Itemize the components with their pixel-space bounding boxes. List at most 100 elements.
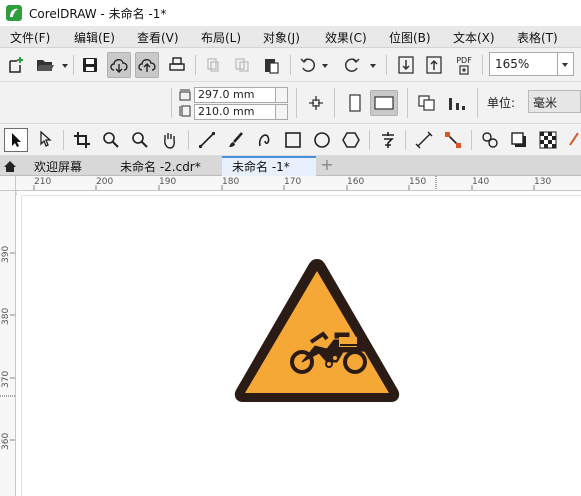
open-folder-icon[interactable] [34,55,56,75]
ruler-label: 380 [1,307,11,325]
eyedropper-tool-icon[interactable] [566,129,581,151]
blend-tool-icon[interactable] [479,129,501,151]
all-pages-icon[interactable] [305,92,327,114]
menu-effects[interactable]: 效果(C) [325,29,367,46]
toolbar-divider [171,88,172,118]
menu-layout[interactable]: 布局(L) [201,29,241,46]
tab-untitled-2[interactable]: 未命名 -2.cdr* [120,156,201,176]
save-icon[interactable] [80,55,100,75]
menu-text[interactable]: 文本(X) [453,29,495,46]
cloud-download-icon[interactable] [107,52,131,78]
ruler-label: 360 [1,432,11,450]
ruler-label: 390 [1,245,11,263]
page-width-input[interactable]: 297.0 mm [194,87,276,103]
drop-shadow-icon[interactable] [508,129,530,151]
bezier-tool-icon[interactable] [254,129,276,151]
toolbar-divider [471,130,472,150]
menu-view[interactable]: 查看(V) [137,29,179,46]
menu-edit[interactable]: 编辑(E) [74,29,115,46]
toolbar-divider [477,88,478,118]
ruler-label: 190 [159,177,177,187]
export-pdf-icon[interactable]: PDF [452,53,476,77]
page-height-spinner[interactable] [276,104,288,120]
page-layout-icon[interactable] [415,92,439,114]
unit-value: 毫米 [533,96,558,110]
pdf-label: PDF [456,55,472,65]
zoom-level-input[interactable]: 165% [489,52,558,76]
landscape-icon[interactable] [370,90,398,116]
page-width-icon [178,88,192,102]
ruler-origin[interactable] [0,176,16,191]
toolbox [0,124,581,156]
toolbar-divider [73,55,74,75]
ruler-label: 370 [1,370,11,388]
unit-label: 单位: [487,96,516,110]
new-document-icon[interactable] [6,55,26,75]
toolbar-divider [195,55,196,75]
document-tab-bar: 欢迎屏幕 未命名 -2.cdr* 未命名 -1* + [0,156,581,176]
toolbar-divider [369,130,370,150]
print-icon[interactable] [166,55,188,75]
toolbar-divider [482,55,483,75]
zoom-dropdown-button[interactable] [558,52,574,76]
vertical-ruler[interactable]: 390 380 370 360 [0,191,16,496]
menu-bar: 文件(F) 编辑(E) 查看(V) 布局(L) 对象(J) 效果(C) 位图(B… [0,26,581,48]
tab-welcome-screen[interactable]: 欢迎屏幕 [34,156,82,176]
ellipse-tool-icon[interactable] [311,129,333,151]
pick-tool-icon[interactable] [4,128,28,152]
shape-tool-icon[interactable] [34,129,56,151]
motorcycle-warning-sign[interactable] [231,253,403,409]
ruler-ticks [0,252,15,441]
sign-fill [245,271,389,393]
menu-file[interactable]: 文件(F) [10,29,50,46]
export-icon[interactable] [424,55,444,75]
text-tool-icon[interactable] [377,129,399,151]
horizontal-ruler[interactable]: 210 200 190 180 170 160 150 140 130 [16,176,581,191]
copy-icon[interactable] [232,55,252,75]
connector-tool-icon[interactable] [442,129,464,151]
toolbar-divider [290,55,291,75]
redo-icon[interactable] [342,55,362,75]
import-icon[interactable] [396,55,416,75]
window-title: CorelDRAW - 未命名 -1* [29,6,167,21]
toolbar-divider [405,130,406,150]
add-tab-button[interactable]: + [316,156,338,176]
chevron-down-icon[interactable] [370,64,376,68]
chevron-down-icon [562,63,568,67]
menu-table[interactable]: 表格(T) [517,29,558,46]
zoom-tool-icon[interactable] [100,129,122,151]
page-height-input[interactable]: 210.0 mm [194,104,276,120]
bleed-icon[interactable] [445,92,469,114]
polygon-tool-icon[interactable] [340,129,362,151]
toolbar-divider [334,88,335,118]
chevron-down-icon[interactable] [322,64,328,68]
paste-icon[interactable] [261,55,281,75]
crop-tool-icon[interactable] [71,129,93,151]
menu-object[interactable]: 对象(J) [263,29,300,46]
drawing-canvas[interactable] [17,191,581,496]
portrait-icon[interactable] [344,92,366,114]
toolbar-divider [407,88,408,118]
unit-select[interactable]: 毫米 [528,90,581,113]
ruler-label: 130 [534,177,552,187]
page-width-spinner[interactable] [276,87,288,103]
tab-untitled-1[interactable]: 未命名 -1* [222,156,316,176]
undo-icon[interactable] [298,55,318,75]
rectangle-tool-icon[interactable] [282,129,304,151]
cut-icon[interactable] [203,55,223,75]
ruler-label: 200 [96,177,114,187]
chevron-down-icon[interactable] [62,64,68,68]
artistic-media-icon[interactable] [225,129,247,151]
page-height-icon [178,104,192,118]
zoom-out-icon[interactable] [129,129,151,151]
freehand-tool-icon[interactable] [196,129,218,151]
home-icon[interactable] [0,156,20,176]
dimension-tool-icon[interactable] [413,129,435,151]
pan-hand-icon[interactable] [158,129,180,151]
toolbar-divider [188,130,189,150]
menu-bitmaps[interactable]: 位图(B) [389,29,431,46]
transparency-icon[interactable] [537,129,559,151]
ruler-label: 180 [222,177,240,187]
toolbar-divider [386,55,387,75]
cloud-upload-icon[interactable] [135,52,159,78]
